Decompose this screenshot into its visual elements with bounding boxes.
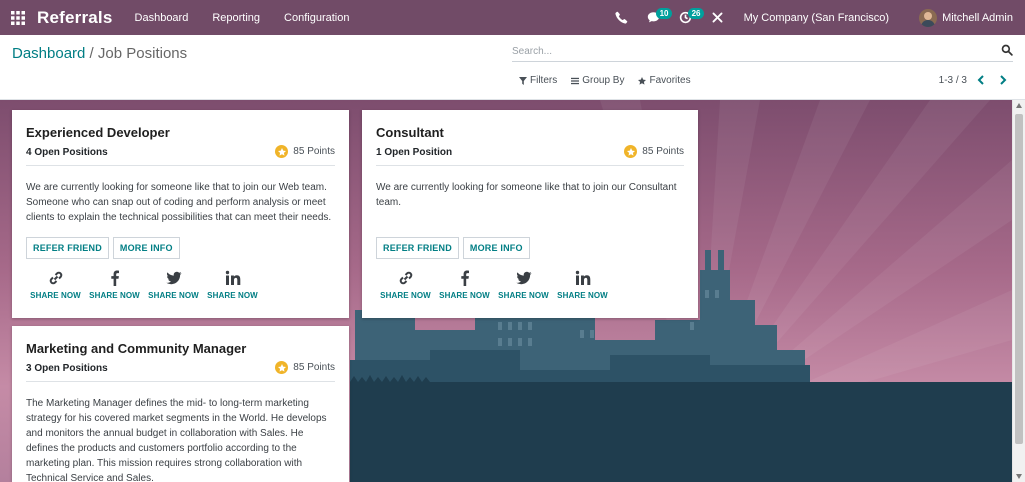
control-panel: Dashboard / Job Positions Filters Group … [0, 35, 1025, 100]
groupby-button[interactable]: Group By [571, 75, 624, 86]
filters-label: Filters [530, 75, 558, 86]
search-options: Filters Group By Favorites [519, 75, 691, 86]
points-badge: 85 Points [624, 145, 684, 158]
apps-menu-icon[interactable] [0, 0, 36, 35]
coin-star-icon [275, 145, 289, 158]
company-switcher[interactable]: My Company (San Francisco) [744, 12, 890, 24]
search-icon[interactable] [1001, 44, 1013, 56]
share-twitter-button[interactable]: SHARE NOW [494, 270, 553, 300]
share-linkedin-button[interactable]: SHARE NOW [553, 270, 612, 300]
bars-icon [571, 77, 580, 84]
link-icon [49, 271, 62, 285]
job-description: We are currently looking for someone lik… [376, 182, 677, 208]
pager-value[interactable]: 1-3 / 3 [939, 75, 967, 86]
job-card-marketing-manager: Marketing and Community Manager 3 Open P… [12, 326, 349, 482]
share-facebook-button[interactable]: SHARE NOW [435, 270, 494, 300]
breadcrumb-dashboard[interactable]: Dashboard [12, 45, 85, 62]
job-title[interactable]: Experienced Developer [26, 125, 170, 140]
share-label: SHARE NOW [89, 291, 140, 300]
pager-previous-button[interactable] [973, 73, 989, 87]
share-linkedin-button[interactable]: SHARE NOW [203, 270, 262, 300]
avatar [919, 8, 938, 27]
share-twitter-button[interactable]: SHARE NOW [144, 270, 203, 300]
linkedin-icon [575, 270, 590, 285]
menu-dashboard[interactable]: Dashboard [135, 12, 189, 24]
points-value: 85 Points [293, 146, 335, 157]
chevron-left-icon [977, 75, 984, 85]
scrollbar-thumb[interactable] [1015, 114, 1023, 444]
coin-star-icon [275, 361, 289, 374]
filters-button[interactable]: Filters [519, 75, 557, 86]
filter-icon [519, 76, 527, 85]
facebook-icon [460, 270, 469, 286]
scroll-up-icon[interactable] [1015, 102, 1023, 110]
page-scrollbar[interactable] [1012, 100, 1025, 482]
pager-next-button[interactable] [995, 73, 1011, 87]
breadcrumb-separator: / [85, 45, 98, 62]
app-name[interactable]: Referrals [37, 8, 113, 28]
share-label: SHARE NOW [439, 291, 490, 300]
job-summary: 1 Open Position 85 Points [376, 144, 684, 166]
share-label: SHARE NOW [148, 291, 199, 300]
share-links: SHARE NOW SHARE NOW SHARE NOW SHARE NOW [376, 270, 612, 300]
favorites-button[interactable]: Favorites [638, 75, 691, 86]
search-input[interactable] [512, 41, 982, 61]
favorites-label: Favorites [649, 75, 691, 86]
user-menu[interactable]: Mitchell Admin [919, 8, 1013, 27]
job-title[interactable]: Consultant [376, 125, 444, 140]
open-positions: 3 Open Positions [26, 363, 108, 374]
share-label: SHARE NOW [557, 291, 608, 300]
open-positions: 1 Open Position [376, 147, 453, 158]
share-link-button[interactable]: SHARE NOW [376, 270, 435, 300]
job-card-experienced-developer: Experienced Developer 4 Open Positions 8… [12, 110, 349, 318]
twitter-icon [515, 271, 531, 285]
refer-friend-button[interactable]: REFER FRIEND [26, 237, 109, 259]
job-card-consultant: Consultant 1 Open Position 85 Points We … [362, 110, 698, 318]
scroll-down-icon[interactable] [1015, 472, 1023, 480]
chevron-right-icon [1000, 75, 1007, 85]
more-info-button[interactable]: MORE INFO [462, 237, 530, 259]
points-value: 85 Points [293, 362, 335, 373]
coin-star-icon [624, 145, 638, 158]
job-summary: 3 Open Positions 85 Points [26, 360, 335, 382]
points-badge: 85 Points [275, 145, 335, 158]
job-description: We are currently looking for someone lik… [26, 182, 332, 223]
phone-icon[interactable] [606, 0, 638, 35]
menu-configuration[interactable]: Configuration [284, 12, 349, 24]
twitter-icon [165, 271, 181, 285]
job-title[interactable]: Marketing and Community Manager [26, 341, 246, 356]
star-icon [638, 76, 647, 85]
debug-tools-icon[interactable] [702, 0, 734, 35]
share-label: SHARE NOW [498, 291, 549, 300]
more-info-button[interactable]: MORE INFO [112, 237, 180, 259]
menu-reporting[interactable]: Reporting [212, 12, 260, 24]
pager: 1-3 / 3 [939, 73, 1011, 87]
user-name: Mitchell Admin [942, 11, 1013, 24]
groupby-label: Group By [582, 75, 625, 86]
share-label: SHARE NOW [30, 291, 81, 300]
activities-icon[interactable]: 26 [670, 0, 705, 35]
share-link-button[interactable]: SHARE NOW [26, 270, 85, 300]
search-bar [512, 41, 1013, 62]
share-facebook-button[interactable]: SHARE NOW [85, 270, 144, 300]
top-navbar: Referrals Dashboard Reporting Configurat… [0, 0, 1025, 35]
linkedin-icon [225, 270, 240, 285]
share-label: SHARE NOW [207, 291, 258, 300]
facebook-icon [110, 270, 119, 286]
link-icon [399, 271, 412, 285]
share-links: SHARE NOW SHARE NOW SHARE NOW SHARE NOW [26, 270, 262, 300]
points-badge: 85 Points [275, 361, 335, 374]
job-summary: 4 Open Positions 85 Points [26, 144, 335, 166]
points-value: 85 Points [642, 146, 684, 157]
breadcrumb-current: Job Positions [97, 45, 188, 62]
job-description: The Marketing Manager defines the mid- t… [26, 398, 327, 482]
breadcrumb: Dashboard / Job Positions [12, 45, 187, 62]
share-label: SHARE NOW [380, 291, 431, 300]
messages-icon[interactable]: 10 [638, 0, 673, 35]
refer-friend-button[interactable]: REFER FRIEND [376, 237, 459, 259]
open-positions: 4 Open Positions [26, 147, 108, 158]
